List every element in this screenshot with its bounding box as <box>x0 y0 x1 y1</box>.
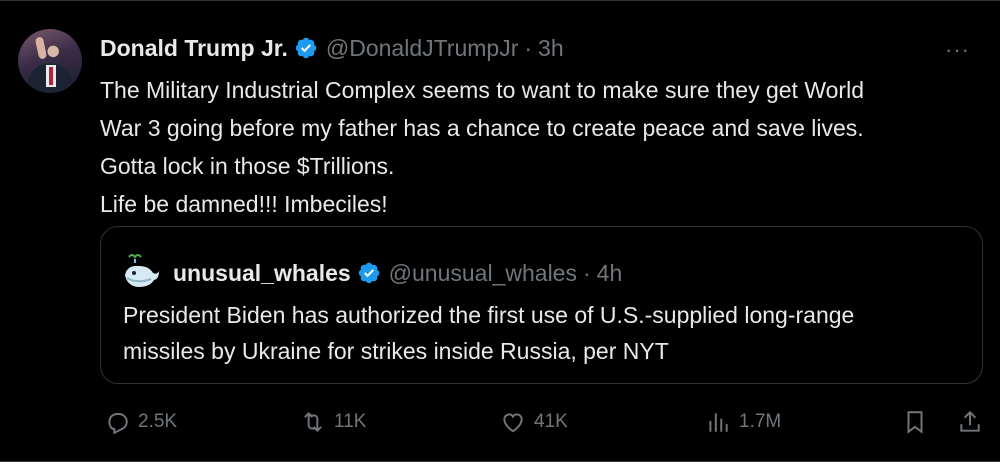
tweet-header: Donald Trump Jr. @DonaldJTrumpJr · 3h ··… <box>100 33 970 63</box>
like-count: 41K <box>534 411 568 432</box>
bookmark-button[interactable] <box>902 409 928 435</box>
action-bar: 2.5K 11K 41K 1.7M <box>0 401 1000 447</box>
tweet[interactable]: Donald Trump Jr. @DonaldJTrumpJr · 3h ··… <box>0 0 1000 462</box>
quoted-tweet-line: missiles by Ukraine for strikes inside R… <box>123 338 669 364</box>
quoted-tweet-text: President Biden has authorized the first… <box>123 297 973 369</box>
repost-icon <box>304 411 322 433</box>
quoted-author-name[interactable]: unusual_whales <box>173 260 351 287</box>
tweet-line: The Military Industrial Complex seems to… <box>100 77 864 103</box>
verified-badge-icon[interactable] <box>294 36 318 60</box>
share-button[interactable] <box>957 409 983 435</box>
analytics-icon <box>709 413 728 432</box>
tweet-line: Gotta lock in those $Trillions. <box>100 153 395 179</box>
quoted-tweet-line: President Biden has authorized the first… <box>123 302 855 328</box>
tweet-timestamp[interactable]: 3h <box>538 35 564 62</box>
like-button[interactable]: 41K <box>500 409 568 435</box>
repost-button[interactable]: 11K <box>300 409 366 435</box>
reply-icon <box>108 413 128 435</box>
heart-icon <box>503 413 523 433</box>
reply-count: 2.5K <box>138 411 178 432</box>
reply-button[interactable]: 2.5K <box>104 409 177 435</box>
author-handle[interactable]: @DonaldJTrumpJr <box>326 35 519 62</box>
quoted-tweet[interactable]: unusual_whales @unusual_whales · 4h Pres… <box>100 226 983 384</box>
views-button[interactable]: 1.7M <box>705 409 781 435</box>
tweet-line: Life be damned!!! Imbeciles! <box>100 191 388 217</box>
quoted-tweet-timestamp[interactable]: 4h <box>597 260 623 287</box>
whale-avatar-icon[interactable] <box>121 253 161 293</box>
verified-badge-icon[interactable] <box>357 261 381 285</box>
repost-count: 11K <box>334 411 367 432</box>
bookmark-icon <box>907 411 923 434</box>
view-count: 1.7M <box>739 411 782 432</box>
separator-dot: · <box>524 34 533 61</box>
share-icon <box>960 410 980 432</box>
avatar-arm <box>34 36 48 60</box>
tweet-text: The Military Industrial Complex seems to… <box>100 71 980 223</box>
quoted-author-handle[interactable]: @unusual_whales <box>389 260 577 287</box>
quoted-tweet-header: unusual_whales @unusual_whales · 4h <box>121 253 622 293</box>
more-options-icon[interactable]: ··· <box>945 37 970 63</box>
avatar-tie <box>49 67 53 85</box>
author-avatar[interactable] <box>18 29 82 93</box>
tweet-line: War 3 going before my father has a chanc… <box>100 115 864 141</box>
separator-dot: · <box>582 259 591 286</box>
author-name[interactable]: Donald Trump Jr. <box>100 35 288 62</box>
